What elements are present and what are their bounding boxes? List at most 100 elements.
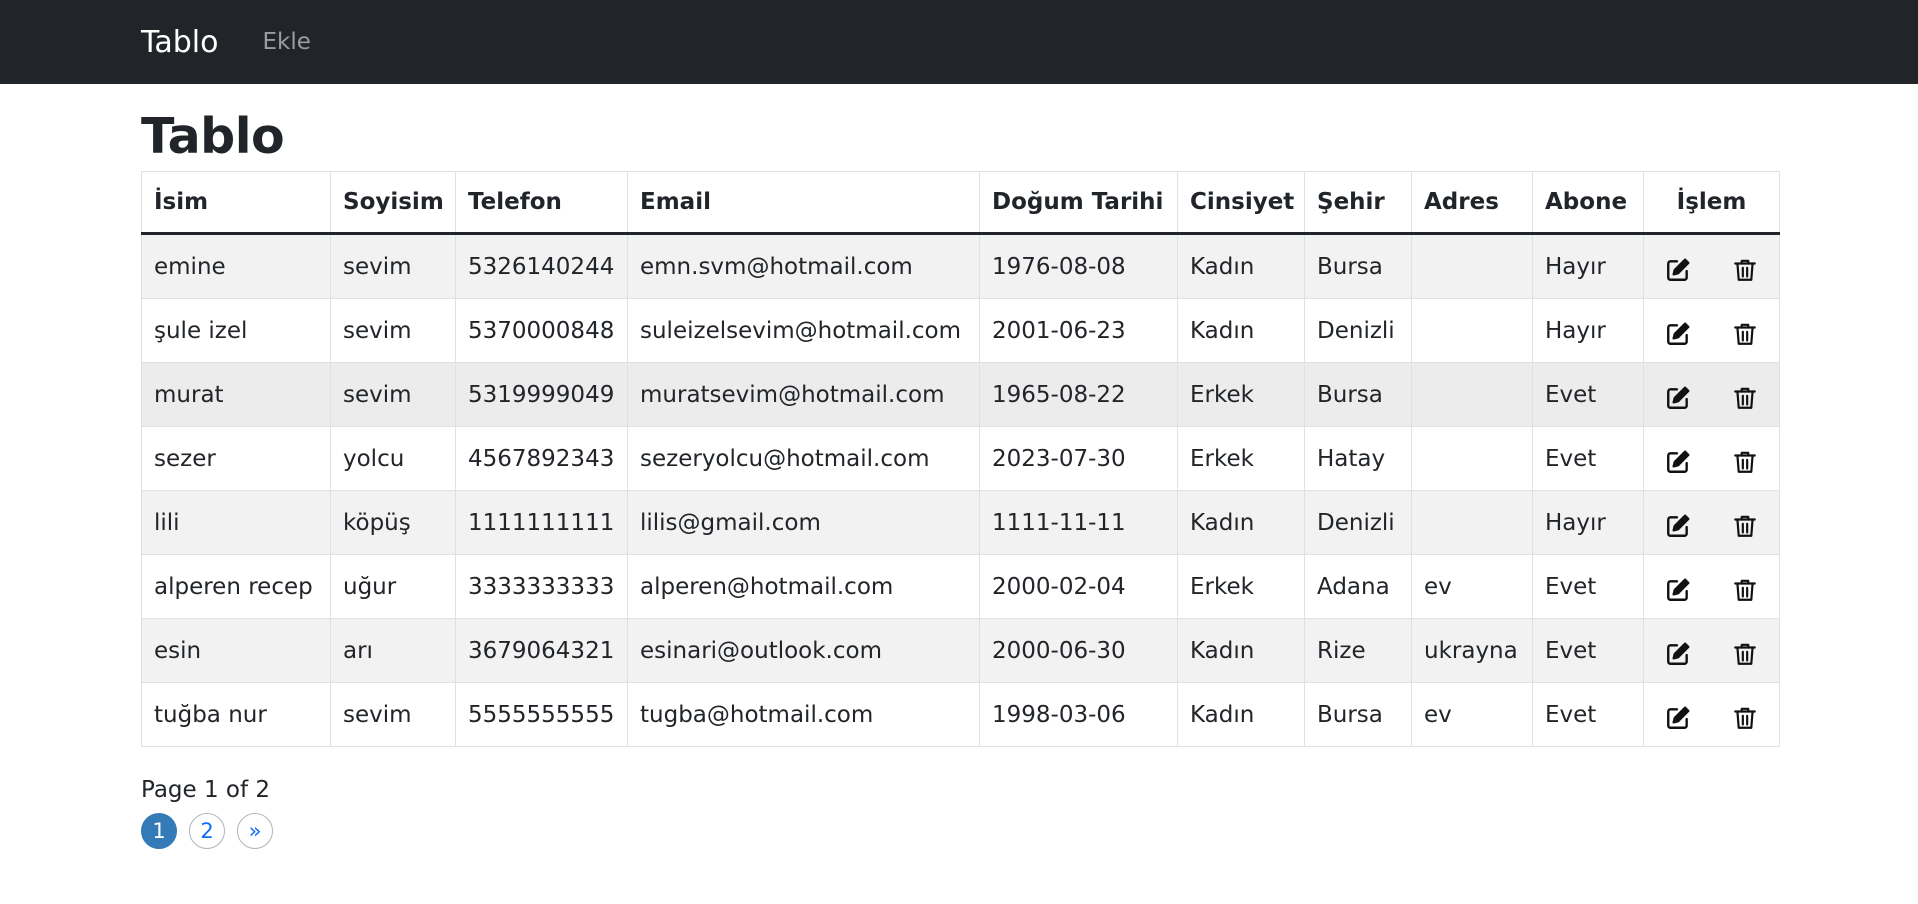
header-soyisim: Soyisim bbox=[330, 171, 456, 235]
page-title: Tablo bbox=[141, 108, 285, 165]
cell-actions bbox=[1643, 618, 1780, 683]
cell-telefon: 5319999049 bbox=[455, 362, 628, 427]
trash-icon[interactable] bbox=[1731, 384, 1759, 412]
cell-dogum-tarihi: 1998-03-06 bbox=[979, 682, 1178, 747]
trash-icon[interactable] bbox=[1731, 576, 1759, 604]
edit-icon[interactable] bbox=[1664, 512, 1692, 540]
cell-sehir: Bursa bbox=[1304, 682, 1412, 747]
edit-icon[interactable] bbox=[1664, 576, 1692, 604]
cell-telefon: 3679064321 bbox=[455, 618, 628, 683]
cell-isim: alperen recep bbox=[141, 554, 331, 619]
cell-sehir: Rize bbox=[1304, 618, 1412, 683]
trash-icon[interactable] bbox=[1731, 448, 1759, 476]
main-container: Tablo İsim Soyisim Telefon Email Doğum T… bbox=[141, 84, 1780, 849]
cell-email: esinari@outlook.com bbox=[627, 618, 980, 683]
table-row: şule izel sevim 5370000848 suleizelsevim@ho… bbox=[141, 298, 1780, 363]
cell-abone: Evet bbox=[1532, 554, 1644, 619]
cell-cinsiyet: Erkek bbox=[1177, 426, 1305, 491]
table-row: emine sevim 5326140244 emn.svm@hotmail.com 1… bbox=[141, 233, 1780, 299]
page-button-2[interactable]: 2 bbox=[189, 813, 225, 849]
cell-isim: şule izel bbox=[141, 298, 331, 363]
cell-abone: Evet bbox=[1532, 362, 1644, 427]
cell-dogum-tarihi: 1976-08-08 bbox=[979, 233, 1178, 299]
cell-cinsiyet: Kadın bbox=[1177, 298, 1305, 363]
cell-isim: tuğba nur bbox=[141, 682, 331, 747]
cell-telefon: 1111111111 bbox=[455, 490, 628, 555]
cell-sehir: Adana bbox=[1304, 554, 1412, 619]
cell-dogum-tarihi: 2001-06-23 bbox=[979, 298, 1178, 363]
table-row: murat sevim 5319999049 muratsevim@hotmail.c… bbox=[141, 362, 1780, 427]
cell-sehir: Denizli bbox=[1304, 490, 1412, 555]
header-email: Email bbox=[627, 171, 980, 235]
table-row: sezer yolcu 4567892343 sezeryolcu@hotmail.c… bbox=[141, 426, 1780, 491]
cell-cinsiyet: Kadın bbox=[1177, 682, 1305, 747]
edit-icon[interactable] bbox=[1664, 384, 1692, 412]
header-islem: İşlem bbox=[1643, 171, 1780, 235]
trash-icon[interactable] bbox=[1731, 640, 1759, 668]
cell-telefon: 5555555555 bbox=[455, 682, 628, 747]
cell-abone: Evet bbox=[1532, 618, 1644, 683]
table-row: lili köpüş 1111111111 lilis@gmail.com 1111-1… bbox=[141, 490, 1780, 555]
cell-actions bbox=[1643, 233, 1780, 299]
cell-adres bbox=[1411, 233, 1533, 299]
cell-adres bbox=[1411, 426, 1533, 491]
cell-soyisim: sevim bbox=[330, 682, 456, 747]
trash-icon[interactable] bbox=[1731, 256, 1759, 284]
cell-email: lilis@gmail.com bbox=[627, 490, 980, 555]
cell-isim: murat bbox=[141, 362, 331, 427]
header-telefon: Telefon bbox=[455, 171, 628, 235]
cell-dogum-tarihi: 2023-07-30 bbox=[979, 426, 1178, 491]
cell-cinsiyet: Erkek bbox=[1177, 362, 1305, 427]
cell-cinsiyet: Erkek bbox=[1177, 554, 1305, 619]
cell-abone: Evet bbox=[1532, 682, 1644, 747]
edit-icon[interactable] bbox=[1664, 704, 1692, 732]
header-dogum-tarihi: Doğum Tarihi bbox=[979, 171, 1178, 235]
trash-icon[interactable] bbox=[1731, 512, 1759, 540]
cell-soyisim: sevim bbox=[330, 233, 456, 299]
cell-telefon: 5370000848 bbox=[455, 298, 628, 363]
pagination: 1 2 » bbox=[141, 813, 1779, 849]
cell-actions bbox=[1643, 298, 1780, 363]
cell-actions bbox=[1643, 490, 1780, 555]
cell-email: tugba@hotmail.com bbox=[627, 682, 980, 747]
cell-email: suleizelsevim@hotmail.com bbox=[627, 298, 980, 363]
cell-adres: ev bbox=[1411, 554, 1533, 619]
cell-sehir: Bursa bbox=[1304, 362, 1412, 427]
header-adres: Adres bbox=[1411, 171, 1533, 235]
trash-icon[interactable] bbox=[1731, 704, 1759, 732]
cell-abone: Hayır bbox=[1532, 233, 1644, 299]
table-header-row: İsim Soyisim Telefon Email Doğum Tarihi … bbox=[141, 171, 1780, 235]
header-isim: İsim bbox=[141, 171, 331, 235]
cell-dogum-tarihi: 1965-08-22 bbox=[979, 362, 1178, 427]
edit-icon[interactable] bbox=[1664, 320, 1692, 348]
cell-sehir: Hatay bbox=[1304, 426, 1412, 491]
cell-email: alperen@hotmail.com bbox=[627, 554, 980, 619]
pagination-status: Page 1 of 2 bbox=[141, 777, 271, 803]
cell-soyisim: köpüş bbox=[330, 490, 456, 555]
table-row: esin arı 3679064321 esinari@outlook.com 2000… bbox=[141, 618, 1780, 683]
navbar-brand[interactable]: Tablo bbox=[141, 25, 218, 60]
nav-link-add[interactable]: Ekle bbox=[262, 29, 310, 55]
next-page-button[interactable]: » bbox=[237, 813, 273, 849]
cell-telefon: 3333333333 bbox=[455, 554, 628, 619]
cell-actions bbox=[1643, 362, 1780, 427]
cell-soyisim: sevim bbox=[330, 362, 456, 427]
cell-soyisim: yolcu bbox=[330, 426, 456, 491]
cell-isim: sezer bbox=[141, 426, 331, 491]
cell-abone: Evet bbox=[1532, 426, 1644, 491]
records-table: İsim Soyisim Telefon Email Doğum Tarihi … bbox=[141, 171, 1780, 747]
cell-email: muratsevim@hotmail.com bbox=[627, 362, 980, 427]
edit-icon[interactable] bbox=[1664, 640, 1692, 668]
page-button-1[interactable]: 1 bbox=[141, 813, 177, 849]
edit-icon[interactable] bbox=[1664, 448, 1692, 476]
cell-isim: emine bbox=[141, 233, 331, 299]
cell-adres: ev bbox=[1411, 682, 1533, 747]
cell-email: emn.svm@hotmail.com bbox=[627, 233, 980, 299]
cell-cinsiyet: Kadın bbox=[1177, 233, 1305, 299]
cell-abone: Hayır bbox=[1532, 490, 1644, 555]
edit-icon[interactable] bbox=[1664, 256, 1692, 284]
table-body: emine sevim 5326140244 emn.svm@hotmail.com 1… bbox=[141, 233, 1780, 747]
trash-icon[interactable] bbox=[1731, 320, 1759, 348]
header-sehir: Şehir bbox=[1304, 171, 1412, 235]
cell-adres bbox=[1411, 298, 1533, 363]
